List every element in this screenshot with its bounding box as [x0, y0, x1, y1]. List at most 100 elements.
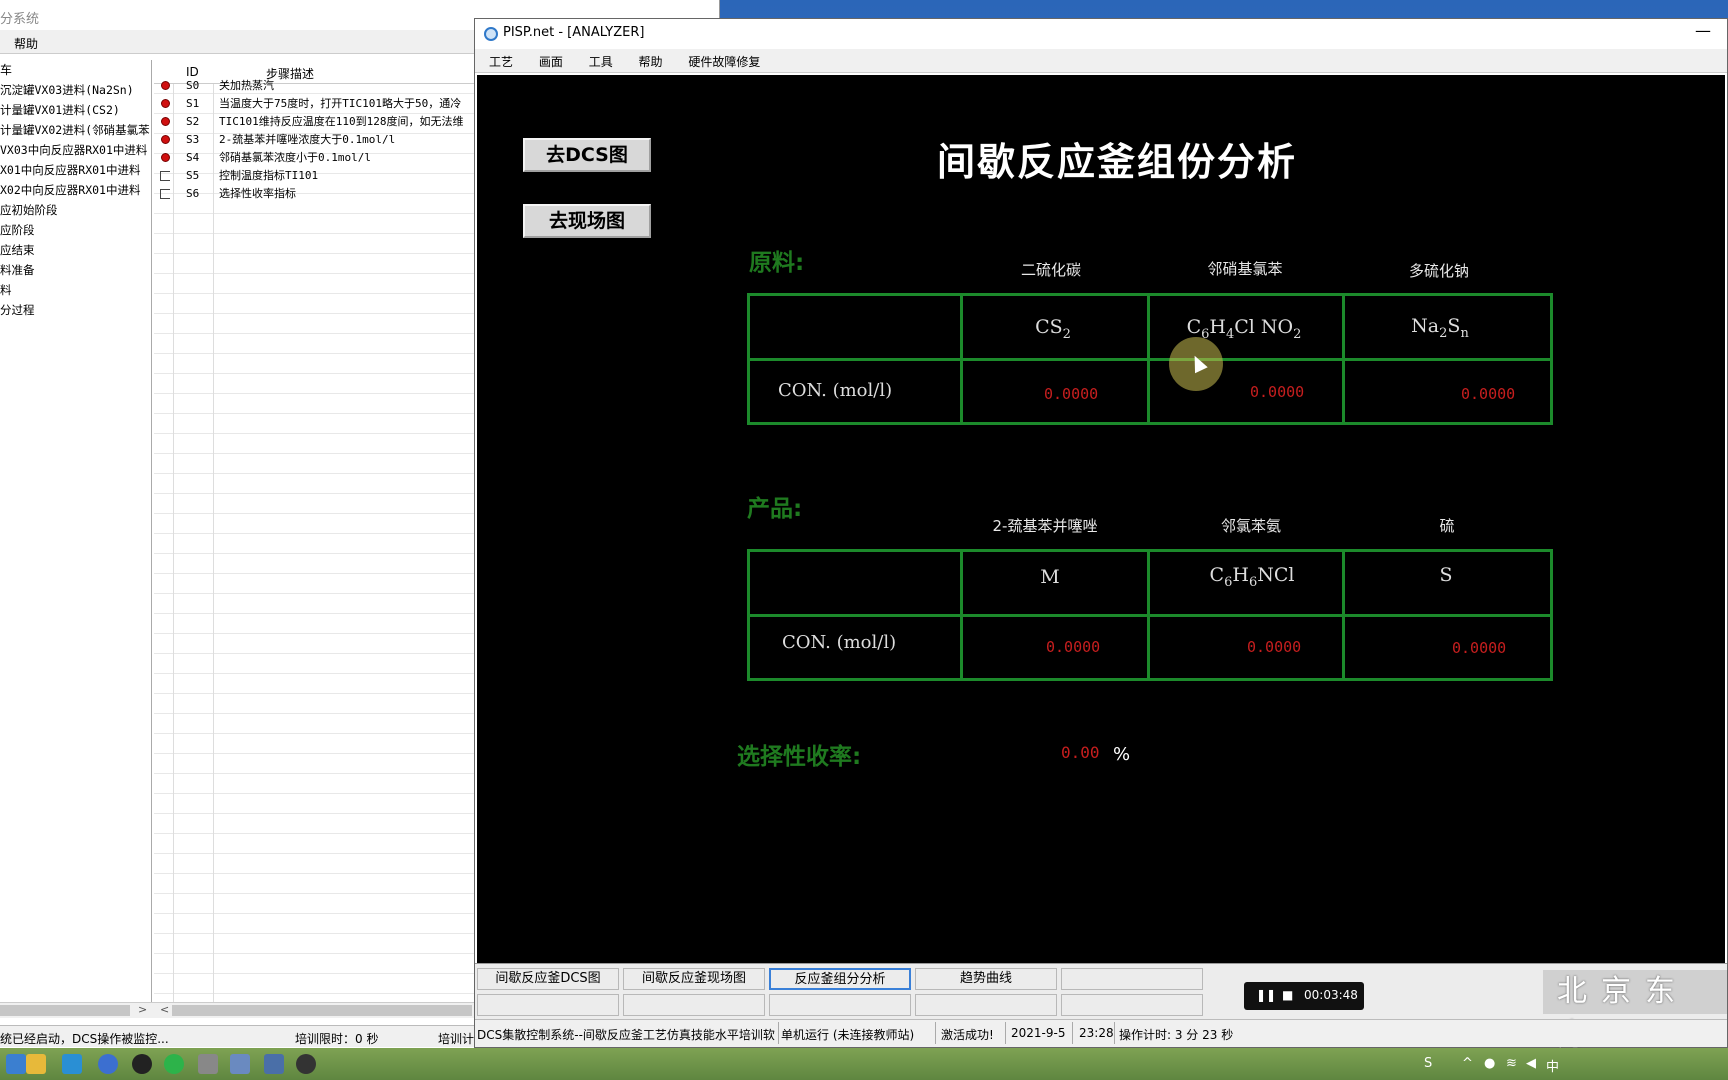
menu-process[interactable]: 工艺	[489, 55, 513, 69]
menu-screen[interactable]: 画面	[539, 55, 563, 69]
menu-tools[interactable]: 工具	[589, 55, 613, 69]
tree-item[interactable]: 计量罐VX02进料(邻硝基氯苯)	[0, 120, 151, 140]
menu-help[interactable]: 帮助	[14, 37, 38, 51]
pisp-statusbar: DCS集散控制系统--间歇反应釜工艺仿真技能水平培训软 单机运行 (未连接教师站…	[475, 1019, 1727, 1047]
tree-item[interactable]: 应结束	[0, 240, 151, 260]
tab-empty[interactable]	[623, 994, 765, 1016]
step-description: 2-巯基苯并噻唑浓度大于0.1mol/l	[219, 133, 396, 146]
mic-icon[interactable]: ●	[1484, 1056, 1495, 1071]
formula-c6h4clno2: C6H4Cl NO2	[1154, 316, 1334, 342]
tree-item[interactable]: 计量罐VX01进料(CS2)	[0, 100, 151, 120]
formula-part: 2	[1062, 326, 1071, 342]
stop-icon[interactable]: ■	[1282, 988, 1293, 1002]
tree-item[interactable]: 料准备	[0, 260, 151, 280]
media-icon[interactable]	[62, 1054, 82, 1074]
training-timer: 培训计	[438, 1032, 475, 1046]
tab-empty[interactable]	[477, 994, 619, 1016]
checkbox-icon	[160, 189, 170, 199]
status-activation: 激活成功!	[941, 1028, 994, 1042]
pisp-menubar: 工艺 画面 工具 帮助 硬件故障修复	[475, 49, 1727, 73]
chevron-up-icon[interactable]: ^	[1462, 1056, 1473, 1071]
formula-part: H	[1232, 564, 1249, 586]
image-icon[interactable]	[198, 1054, 218, 1074]
raw-section-title: 原料:	[749, 250, 805, 276]
step-id: S3	[186, 133, 200, 146]
status-dot-icon	[161, 99, 170, 108]
training-time-limit: 培训限时：0 秒	[295, 1032, 379, 1046]
tree-item[interactable]: 沉淀罐VX03进料(Na2Sn)	[0, 80, 151, 100]
tree-item[interactable]: 料	[0, 280, 151, 300]
tree-item[interactable]: 应初始阶段	[0, 200, 151, 220]
formula-part: H	[1209, 316, 1226, 338]
app-icon[interactable]	[296, 1054, 316, 1074]
procedure-tree: 车 沉淀罐VX03进料(Na2Sn) 计量罐VX01进料(CS2) 计量罐VX0…	[0, 60, 152, 1002]
formula-m: M	[960, 566, 1140, 588]
formula-part: S	[1439, 564, 1453, 586]
menu-help[interactable]: 帮助	[639, 55, 663, 69]
formula-part: M	[1040, 566, 1060, 588]
step-description: 选择性收率指标	[219, 187, 296, 200]
tab-empty[interactable]	[769, 994, 911, 1016]
scroll-thumb[interactable]	[0, 1005, 130, 1016]
tool-icon[interactable]	[230, 1054, 250, 1074]
goto-field-button[interactable]: 去现场图	[523, 204, 651, 238]
minimize-icon[interactable]: —	[1695, 21, 1711, 40]
tree-item[interactable]: 应阶段	[0, 220, 151, 240]
step-id: S1	[186, 97, 200, 110]
search-icon[interactable]	[6, 1054, 26, 1074]
tab-dcs-diagram[interactable]: 间歇反应釜DCS图	[477, 968, 619, 990]
qq-icon[interactable]	[132, 1054, 152, 1074]
product-section-title: 产品:	[747, 496, 803, 522]
selectivity-value: 0.00	[1061, 743, 1100, 762]
step-id: S4	[186, 151, 200, 164]
app-icon	[484, 27, 498, 41]
pause-icon[interactable]: ❚❚	[1256, 988, 1276, 1002]
formula-na2sn: Na2Sn	[1350, 315, 1530, 341]
recording-player: ❚❚ ■ 00:03:48	[1244, 982, 1364, 1010]
chevron-left-icon[interactable]: <	[160, 1003, 169, 1016]
menu-hardware-repair[interactable]: 硬件故障修复	[688, 55, 760, 69]
window-icon[interactable]	[264, 1054, 284, 1074]
ime-lang-icon[interactable]: 中	[1546, 1056, 1559, 1075]
step-id: S5	[186, 169, 200, 182]
tab-empty[interactable]	[1061, 968, 1203, 990]
formula-part: n	[1460, 325, 1469, 341]
status-mode: 单机运行 (未连接教师站)	[781, 1028, 915, 1042]
volume-icon[interactable]: ◀	[1526, 1056, 1536, 1071]
goto-dcs-button[interactable]: 去DCS图	[523, 138, 651, 172]
status-time: 23:28	[1079, 1026, 1114, 1040]
step-id: S6	[186, 187, 200, 200]
tab-trend-curve[interactable]: 趋势曲线	[915, 968, 1057, 990]
product-value-mbt: 0.0000	[1046, 638, 1101, 656]
tree-item[interactable]: 分过程	[0, 300, 151, 320]
tree-item[interactable]: X01中向反应器RX01中进料	[0, 160, 151, 180]
pisp-window: PISP.net - [ANALYZER] — 工艺 画面 工具 帮助 硬件故障…	[474, 18, 1728, 1053]
raw-header-sodium-polysulfide: 多硫化钠	[1408, 262, 1469, 280]
selectivity-label: 选择性收率:	[737, 744, 862, 770]
step-id: S0	[186, 79, 200, 92]
raw-header-nitrochlorobenzene: 邻硝基氯苯	[1207, 260, 1283, 278]
scroll-thumb[interactable]	[172, 1005, 472, 1016]
status-date: 2021-9-5	[1011, 1026, 1066, 1040]
chevron-right-icon[interactable]: >	[138, 1003, 147, 1016]
chat-icon[interactable]	[164, 1054, 184, 1074]
product-con-label: CON. (mol/l)	[782, 632, 897, 653]
tab-empty[interactable]	[1061, 994, 1203, 1016]
network-icon[interactable]: ≋	[1506, 1056, 1517, 1071]
step-description: 当温度大于75度时，打开TIC101略大于50，通冷	[219, 97, 462, 110]
tree-item[interactable]: X02中向反应器RX01中进料	[0, 180, 151, 200]
tree-item[interactable]: 车	[0, 60, 151, 80]
watermark: 北京东方	[1543, 970, 1727, 1053]
browser-icon[interactable]	[98, 1054, 118, 1074]
tree-item[interactable]: VX03中向反应器RX01中进料	[0, 140, 151, 160]
folder-icon[interactable]	[26, 1054, 46, 1074]
tab-field-diagram[interactable]: 间歇反应釜现场图	[623, 968, 765, 990]
page-title: 间歇反应釜组份分析	[936, 139, 1297, 184]
product-table: M C6H6NCl S CON. (mol/l) 0.0000 0.0000 0…	[747, 549, 1553, 681]
tab-empty[interactable]	[915, 994, 1057, 1016]
tab-component-analysis[interactable]: 反应釜组分分析	[769, 968, 911, 990]
ime-icon[interactable]: S	[1424, 1056, 1432, 1071]
raw-value-nitrochlorobenzene: 0.0000	[1250, 383, 1305, 401]
taskbar: S ^ ● ≋ ◀ 中	[0, 1048, 1728, 1080]
status-system: DCS集散控制系统--间歇反应釜工艺仿真技能水平培训软	[477, 1028, 775, 1042]
